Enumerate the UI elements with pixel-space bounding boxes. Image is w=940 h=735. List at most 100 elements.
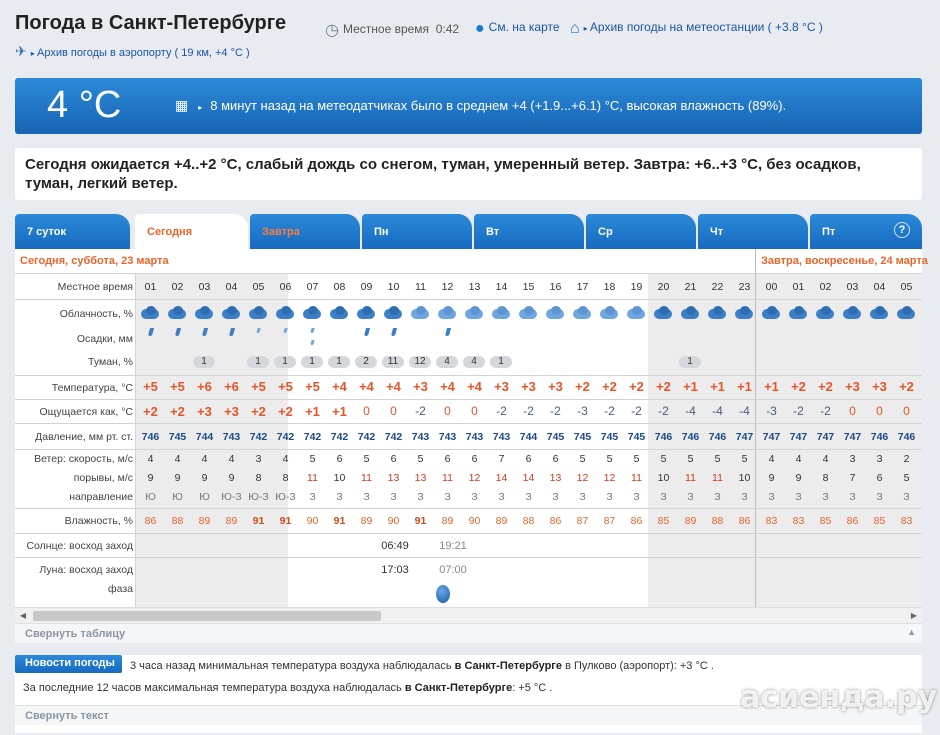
feels-like-cell: -2 (604, 404, 615, 418)
table-row: Влажность, % 86 88 89 89 91 91 90 91 89 90 91 89 90 89… (15, 508, 922, 533)
feels-like-cell: -2 (793, 404, 804, 418)
tab-tomorrow[interactable]: Завтра (250, 214, 360, 249)
wind-speed-cell: 6 (552, 453, 559, 465)
wind-direction-cell: Ю (145, 491, 156, 503)
rain-drop-icon (310, 328, 315, 333)
temperature-cell: +2 (629, 379, 644, 394)
wind-gust-cell: 14 (495, 472, 508, 484)
tab-friday[interactable]: Пт ? (810, 214, 922, 249)
feels-like-cell: 0 (903, 404, 910, 418)
humidity-cell: 88 (522, 515, 535, 527)
feels-like-cell: -2 (550, 404, 561, 418)
cloud-icon (328, 306, 350, 320)
cloud-icon (760, 306, 782, 320)
cloud-icon (382, 306, 404, 320)
feels-like-cell: +2 (143, 404, 158, 419)
cloud-icon (841, 306, 863, 320)
station-archive-link[interactable]: ⌂ ▸ Архив погоды на метеостанции ( +3.8 °… (570, 20, 823, 38)
tab-friday-label[interactable]: Пт (822, 226, 835, 238)
wind-speed-cell: 3 (255, 453, 262, 465)
tab-monday[interactable]: Пн (362, 214, 472, 249)
table-row: Ощущается как, °С +2 +2 +3 +3 +2 +2 +1 +1 0 0 -2 0 0 -… (15, 399, 922, 423)
map-pin-icon: ● (475, 20, 485, 37)
wind-speed-cell: 4 (282, 453, 289, 465)
wind-speed-cell: 4 (795, 453, 802, 465)
row-label-time: Местное время (57, 281, 133, 293)
wind-gust-cell: 12 (468, 472, 481, 484)
wind-speed-cell: 5 (579, 453, 586, 465)
hour-cell: 06 (279, 281, 292, 293)
hour-cell: 01 (792, 281, 805, 293)
feels-like-cell: +2 (170, 404, 185, 419)
humidity-cell: 86 (846, 515, 859, 527)
cloud-icon (193, 306, 215, 320)
airport-archive-link[interactable]: ✈ ▸ Архив погоды в аэропорту ( 19 км, +4 … (15, 43, 250, 60)
cloud-icon (544, 306, 566, 320)
weather-station-icon: ⌂ (570, 20, 580, 37)
fog-icon: 2 (355, 356, 377, 368)
fog-icon: 1 (274, 356, 296, 368)
hour-cell: 19 (630, 281, 643, 293)
scroll-left-icon[interactable]: ◀ (18, 611, 28, 621)
collapse-table-button[interactable]: Свернуть таблицу ▲ (15, 623, 922, 643)
humidity-cell: 85 (819, 515, 832, 527)
temperature-cell: +2 (656, 379, 671, 394)
collapse-table-label[interactable]: Свернуть таблицу (25, 628, 125, 640)
scroll-thumb[interactable] (33, 611, 381, 621)
hour-cell: 04 (225, 281, 238, 293)
scroll-right-icon[interactable]: ▶ (909, 611, 919, 621)
wind-speed-cell: 5 (363, 453, 370, 465)
wind-gust-cell: 6 (876, 472, 883, 484)
table-row: Луна: восход заход фаза 17:03 07:00 (15, 557, 922, 607)
temperature-cell: +5 (251, 379, 266, 394)
fog-icon: 4 (436, 356, 458, 368)
temperature-cell: +5 (305, 379, 320, 394)
map-link-text[interactable]: См. на карте (489, 20, 560, 34)
humidity-cell: 89 (441, 515, 454, 527)
help-icon[interactable]: ? (894, 222, 910, 238)
cloud-icon (463, 306, 485, 320)
airport-archive-text[interactable]: Архив погоды в аэропорту ( 19 км, +4 °C … (37, 47, 250, 59)
pressure-cell: 747 (789, 431, 808, 443)
humidity-cell: 91 (279, 515, 292, 527)
station-archive-text[interactable]: Архив погоды на метеостанции ( +3.8 °C ) (590, 20, 823, 34)
wind-direction-cell: З (606, 491, 613, 503)
hour-cell: 04 (873, 281, 886, 293)
hour-cell: 02 (819, 281, 832, 293)
page-title: Погода в Санкт-Петербурге (15, 12, 287, 34)
tab-thursday[interactable]: Чт (698, 214, 808, 249)
tab-tuesday[interactable]: Вт (474, 214, 584, 249)
humidity-cell: 88 (171, 515, 184, 527)
cloud-icon (895, 306, 917, 320)
fog-icon: 1 (490, 356, 512, 368)
cloud-icon (625, 306, 647, 320)
wind-direction-cell: З (741, 491, 748, 503)
horizontal-scrollbar[interactable]: ◀ ▶ (15, 607, 922, 623)
wind-gust-cell: 13 (414, 472, 427, 484)
map-link[interactable]: ● См. на карте (475, 20, 560, 38)
news-line2-text: За последние 12 часов максимальная темпе… (23, 682, 402, 694)
rain-drop-icon (147, 328, 155, 336)
tab-wednesday[interactable]: Ср (586, 214, 696, 249)
temperature-cell: +6 (224, 379, 239, 394)
humidity-cell: 86 (738, 515, 751, 527)
current-weather-bar: 4 °C ▦ ▸ 8 минут назад на метеодатчиках бы… (15, 78, 922, 134)
tab-7-days[interactable]: 7 суток (15, 214, 130, 249)
humidity-cell: 91 (252, 515, 265, 527)
temperature-cell: +3 (494, 379, 509, 394)
cloud-icon (598, 306, 620, 320)
wind-speed-cell: 5 (606, 453, 613, 465)
wind-speed-cell: 6 (336, 453, 343, 465)
pressure-cell: 746 (708, 431, 727, 443)
hour-cell: 12 (441, 281, 454, 293)
wind-gust-cell: 9 (201, 472, 208, 484)
tab-today[interactable]: Сегодня (135, 214, 248, 249)
row-label-wind-gusts: порывы, м/с (73, 472, 133, 484)
collapse-arrow-icon: ▲ (907, 627, 916, 637)
row-label-clouds: Облачность, % (59, 308, 133, 320)
feels-like-cell: 0 (876, 404, 883, 418)
page-header: Погода в Санкт-Петербурге ◷ Местное время… (15, 8, 930, 63)
wind-gust-cell: 11 (631, 472, 642, 484)
hour-cell: 09 (360, 281, 373, 293)
row-label-feels: Ощущается как, °С (39, 406, 133, 418)
